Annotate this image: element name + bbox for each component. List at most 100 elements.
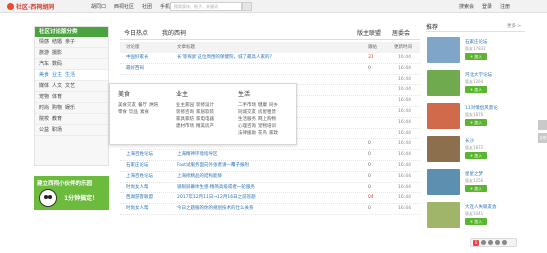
category-item[interactable]: 娱乐	[65, 105, 75, 111]
tab-moderator-union[interactable]: 版主联盟	[357, 28, 381, 37]
category-row[interactable]: 情感 结婚 亲子	[35, 37, 108, 48]
row-title-link[interactable]: 长'等探索'这位周围的保健院，城了最高人家的？	[177, 53, 274, 63]
category-row[interactable]: 公益 职场	[35, 125, 108, 136]
search-input[interactable]: 搜索版块、帖子、关键词	[170, 2, 252, 11]
join-button[interactable]: + 加入	[465, 185, 487, 192]
category-item[interactable]: 摄影	[52, 50, 62, 56]
dropdown-link[interactable]: 宠物培训	[258, 124, 276, 129]
category-item[interactable]: 结婚	[52, 39, 62, 45]
join-button[interactable]: + 加入	[465, 152, 487, 159]
register-link[interactable]: 注册	[500, 3, 510, 10]
feedback-button[interactable]: 反馈	[538, 133, 547, 143]
category-row[interactable]: 时尚 购物 娱乐	[35, 103, 108, 114]
join-button[interactable]: + 加入	[465, 119, 487, 126]
nav-item-groups[interactable]: 社团	[141, 3, 153, 10]
category-item[interactable]: 职场	[52, 127, 62, 133]
category-item[interactable]: 数码	[52, 61, 62, 67]
ime-mode-icon[interactable]	[481, 240, 486, 245]
category-item[interactable]: 公益	[39, 127, 49, 133]
category-row[interactable]: 媒体 人文 文艺	[35, 81, 108, 92]
category-item[interactable]: 文艺	[65, 83, 75, 89]
join-button[interactable]: + 加入	[465, 86, 487, 93]
dropdown-col-title[interactable]: 业主	[176, 89, 216, 98]
dropdown-link[interactable]: 零食	[118, 110, 127, 115]
join-button[interactable]: + 加入	[465, 53, 487, 60]
forum-thumbnail[interactable]	[427, 169, 460, 195]
dropdown-link[interactable]: 网上购物	[258, 117, 276, 122]
category-item[interactable]: 教育	[52, 116, 62, 122]
dropdown-link[interactable]: 花鸟	[258, 131, 267, 136]
forum-name-link[interactable]: 大连人失联友会	[465, 204, 497, 210]
forum-thumbnail[interactable]	[427, 70, 460, 96]
category-item[interactable]: 旅游	[39, 50, 49, 56]
dropdown-link[interactable]: 法律援助	[238, 131, 256, 136]
chat-icon[interactable]	[538, 120, 547, 130]
row-forum-link[interactable]: 石家庄论坛	[126, 161, 149, 171]
category-item[interactable]: 院校	[39, 116, 49, 122]
category-row-active[interactable]: 美食 业主 生活	[35, 70, 108, 81]
category-row[interactable]: 宠物 体育	[35, 92, 108, 103]
nav-item-hutongkou[interactable]: 胡同口	[90, 3, 107, 10]
dropdown-link[interactable]: 饮品	[129, 110, 138, 115]
category-item[interactable]: 人文	[52, 83, 62, 89]
forum-name-link[interactable]: 石家庄论坛	[465, 39, 488, 45]
category-item[interactable]: 汽车	[39, 61, 49, 67]
forum-name-link[interactable]: 长沙	[465, 138, 474, 144]
table-row[interactable]: 上海百姓论坛 上海精神环境指导区 0 16:44	[120, 150, 420, 161]
category-row[interactable]: 旅游 摄影	[35, 48, 108, 59]
forum-thumbnail[interactable]	[427, 136, 460, 162]
dropdown-link[interactable]: 健康	[258, 103, 267, 108]
ime-toolbar[interactable]: S	[470, 238, 517, 247]
dropdown-link[interactable]: 生活服务	[238, 117, 256, 122]
dropdown-link[interactable]: 精美房产	[196, 124, 214, 129]
row-forum-link[interactable]: 时尚女人帮	[126, 183, 149, 193]
dropdown-link[interactable]: 二手市场	[238, 103, 256, 108]
dropdown-link[interactable]: 心理咨询	[238, 124, 256, 129]
table-row[interactable]: 最好西祠 0 16:44	[120, 64, 420, 75]
table-row[interactable]: 中国好家长 长'等探索'这位周围的保健院，城了最高人家的？ 31 16:44	[120, 53, 420, 64]
row-forum-link[interactable]: 中国好家长	[126, 53, 149, 63]
dropdown-link[interactable]: 同城交友	[238, 110, 256, 115]
search-button[interactable]	[242, 2, 252, 11]
forum-thumbnail[interactable]	[427, 37, 460, 63]
forum-name-link[interactable]: 11对情侣风景论	[465, 105, 498, 111]
ime-keyboard-icon[interactable]	[495, 240, 500, 245]
category-item[interactable]: 宠物	[39, 94, 49, 100]
ime-settings-icon[interactable]	[502, 240, 507, 245]
forum-thumbnail[interactable]	[427, 103, 460, 129]
table-row[interactable]: 西湖游客联盟 2017年12月11日→12月16日之前答题 04 16:44	[120, 193, 420, 205]
table-row[interactable]: 时尚女人帮 今日之题服的你的规划技术的仕么关系 0 16:44	[120, 204, 420, 215]
dropdown-link[interactable]: 装修咨询	[176, 110, 194, 115]
table-row[interactable]: 时尚女人帮 锁眼屏幕体生感·精简高级或者一轮服务 0 16:44	[120, 183, 420, 194]
row-title-link[interactable]: 今日之题服的你的规划技术的仕么关系	[177, 204, 254, 214]
tab-my-xici[interactable]: 我的西祠	[162, 28, 186, 37]
dropdown-link[interactable]: 建材市场	[176, 124, 194, 129]
forum-thumbnail[interactable]	[427, 202, 460, 228]
row-forum-link[interactable]: 上海百姓论坛	[126, 172, 153, 182]
join-button[interactable]: + 加入	[465, 218, 487, 225]
forum-name-link[interactable]: 河北大学论坛	[465, 72, 492, 78]
tab-committee[interactable]: 居委会	[392, 28, 410, 37]
dropdown-link[interactable]: 家居软装	[196, 110, 214, 115]
dropdown-link[interactable]: 装修设计	[196, 103, 214, 108]
category-item[interactable]: 情感	[39, 39, 49, 45]
table-row[interactable]: 石家庄论坛 Fast试服务面向外张者请一覆子报附 0 16:44	[120, 161, 420, 172]
row-forum-link[interactable]: 最好西祠	[126, 64, 144, 74]
dropdown-link[interactable]: 烘焙	[149, 103, 158, 108]
site-logo[interactable]: 社区·西祠胡同	[7, 2, 54, 11]
dropdown-link[interactable]: 业主家园	[176, 103, 194, 108]
category-item[interactable]: 媒体	[39, 83, 49, 89]
dropdown-link[interactable]: 同乡	[269, 103, 278, 108]
row-forum-link[interactable]: 上海百姓论坛	[126, 150, 153, 160]
category-item[interactable]: 生活	[65, 72, 75, 78]
dropdown-link[interactable]: 素食	[140, 110, 149, 115]
ime-punct-icon[interactable]	[488, 240, 493, 245]
table-row[interactable]: 上海百姓论坛 上海修精品的结构能够 0 16:44	[120, 172, 420, 183]
login-link[interactable]: 登录	[482, 3, 492, 10]
row-title-link[interactable]: Fast试服务面向外张者请一覆子报附	[177, 161, 249, 171]
row-forum-link[interactable]: 西湖游客联盟	[126, 193, 153, 203]
dropdown-link[interactable]: 房屋租赁	[258, 110, 276, 115]
category-item[interactable]: 亲子	[65, 39, 75, 45]
row-title-link[interactable]: 锁眼屏幕体生感·精简高级或者一轮服务	[177, 183, 255, 193]
dropdown-link[interactable]: 家电电器	[196, 117, 214, 122]
